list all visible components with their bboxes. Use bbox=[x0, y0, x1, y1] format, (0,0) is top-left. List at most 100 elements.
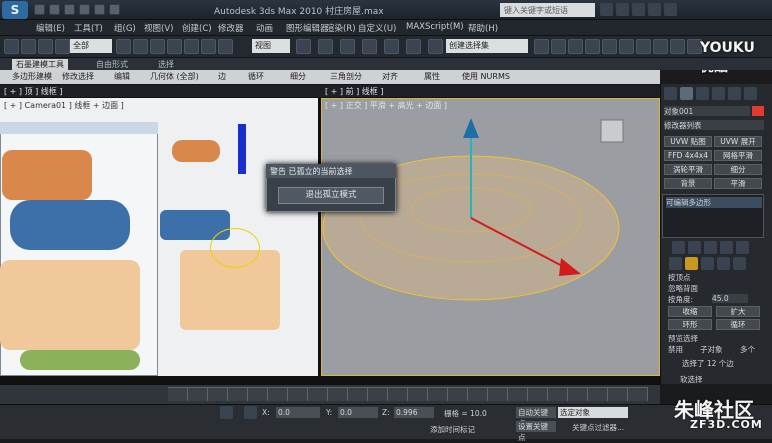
show-end-result-icon[interactable] bbox=[688, 241, 701, 254]
hierarchy-tab-icon[interactable] bbox=[696, 87, 709, 100]
object-name-field[interactable]: 对象001 bbox=[664, 106, 750, 116]
absolute-mode-icon[interactable] bbox=[244, 406, 257, 419]
timeline-ruler[interactable] bbox=[168, 387, 648, 401]
named-selection-set-dropdown[interactable]: 创建选择集 bbox=[446, 39, 528, 53]
search-icon[interactable] bbox=[600, 3, 613, 16]
menu-modifiers[interactable]: 修改器 bbox=[218, 22, 244, 34]
menu-group[interactable]: 组(G) bbox=[114, 22, 136, 34]
select-scale-icon[interactable] bbox=[218, 39, 233, 54]
edit-named-sets-icon[interactable] bbox=[428, 39, 443, 54]
redo-tool-icon[interactable] bbox=[21, 39, 36, 54]
search-input[interactable]: 键入关键字或短语 bbox=[500, 3, 595, 17]
align-icon[interactable] bbox=[551, 39, 566, 54]
utilities-tab-icon[interactable] bbox=[744, 87, 757, 100]
edge-mode-icon[interactable] bbox=[685, 257, 698, 270]
tab-freeform[interactable]: 自由形式 bbox=[96, 59, 128, 70]
undo-tool-icon[interactable] bbox=[4, 39, 19, 54]
open-file-icon[interactable] bbox=[49, 4, 60, 15]
help-icon[interactable] bbox=[664, 3, 677, 16]
viewport-front-label[interactable]: [ + ] 前 ] 线框 ] bbox=[325, 86, 383, 97]
configure-sets-icon[interactable] bbox=[736, 241, 749, 254]
ribbon-polygon-modeling[interactable]: 多边形建模 bbox=[12, 71, 52, 82]
lock-selection-icon[interactable] bbox=[220, 406, 233, 419]
uvw-map-button[interactable]: UVW 贴图 bbox=[664, 136, 712, 147]
render-setup-icon[interactable] bbox=[653, 39, 668, 54]
modifier-list-dropdown[interactable]: 修改器列表 bbox=[664, 120, 764, 130]
shrink-button[interactable]: 收缩 bbox=[668, 306, 712, 317]
subdivide-button[interactable]: 细分 bbox=[714, 164, 762, 175]
undo-icon[interactable] bbox=[79, 4, 90, 15]
save-file-icon[interactable] bbox=[64, 4, 75, 15]
communication-icon[interactable] bbox=[632, 3, 645, 16]
link-icon[interactable] bbox=[38, 39, 53, 54]
tab-graphite-modeling[interactable]: 石墨建模工具 bbox=[12, 59, 68, 70]
schematic-view-icon[interactable] bbox=[619, 39, 634, 54]
ribbon-use-nurms[interactable]: 使用 NURMS bbox=[462, 71, 510, 82]
uvw-unwrap-button[interactable]: UVW 展开 bbox=[714, 136, 762, 147]
display-tab-icon[interactable] bbox=[728, 87, 741, 100]
turbosmooth-button[interactable]: 涡轮平滑 bbox=[664, 164, 712, 175]
mirror-icon[interactable] bbox=[534, 39, 549, 54]
angle-value-field[interactable]: 45.0 bbox=[712, 294, 748, 303]
percent-snap-icon[interactable] bbox=[384, 39, 399, 54]
ignore-backfacing-checkbox[interactable]: 忽略背面 bbox=[668, 283, 698, 294]
app-logo-icon[interactable]: S bbox=[2, 1, 28, 19]
rect-select-icon[interactable] bbox=[150, 39, 165, 54]
menu-help[interactable]: 帮助(H) bbox=[468, 22, 498, 34]
layer-manager-icon[interactable] bbox=[568, 39, 583, 54]
polygon-mode-icon[interactable] bbox=[717, 257, 730, 270]
menu-tools[interactable]: 工具(T) bbox=[74, 22, 103, 34]
select-object-icon[interactable] bbox=[116, 39, 131, 54]
z-coordinate-field[interactable]: 0.996 bbox=[394, 407, 434, 418]
auto-key-button[interactable]: 自动关键点 bbox=[516, 407, 556, 428]
ribbon-modify-selection[interactable]: 修改选择 bbox=[62, 71, 94, 82]
reference-window-titlebar[interactable] bbox=[0, 122, 158, 134]
grow-button[interactable]: 扩大 bbox=[716, 306, 760, 317]
by-vertex-checkbox[interactable]: 按顶点 bbox=[668, 272, 691, 283]
preview-subobject-radio[interactable]: 子对象 bbox=[700, 344, 723, 355]
meshsmooth-button[interactable]: 网格平滑 bbox=[714, 150, 762, 161]
selection-filter-dropdown[interactable]: 全部 bbox=[70, 39, 112, 53]
exit-isolation-button[interactable]: 退出孤立模式 bbox=[278, 187, 384, 204]
x-coordinate-field[interactable]: 0.0 bbox=[276, 407, 320, 418]
by-angle-checkbox[interactable]: 按角度: bbox=[668, 294, 693, 305]
ribbon-properties[interactable]: 属性 bbox=[424, 71, 440, 82]
set-key-button[interactable]: 设置关键点 bbox=[516, 421, 556, 442]
snap-icon[interactable] bbox=[340, 39, 355, 54]
menu-edit[interactable]: 编辑(E) bbox=[36, 22, 65, 34]
menu-maxscript[interactable]: MAXScript(M) bbox=[406, 22, 464, 32]
menu-customize[interactable]: 自定义(U) bbox=[358, 22, 396, 34]
shell-button[interactable]: 背景 bbox=[664, 178, 712, 189]
unlink-icon[interactable] bbox=[55, 39, 70, 54]
key-filters-button[interactable]: 关键点过滤器... bbox=[572, 422, 624, 433]
object-color-swatch[interactable] bbox=[752, 106, 764, 116]
favorites-icon[interactable] bbox=[648, 3, 661, 16]
element-mode-icon[interactable] bbox=[733, 257, 746, 270]
ribbon-triangulation[interactable]: 三角剖分 bbox=[330, 71, 362, 82]
modify-tab-icon[interactable] bbox=[680, 87, 693, 100]
graphite-toggle-icon[interactable] bbox=[585, 39, 600, 54]
ffd-button[interactable]: FFD 4x4x4 bbox=[664, 150, 712, 161]
select-manipulate-icon[interactable] bbox=[318, 39, 333, 54]
menu-rendering[interactable]: 渲染(R) bbox=[326, 22, 356, 34]
camera-viewport-label[interactable]: [ + ] Camera01 ] 线框 + 边面 ] bbox=[4, 100, 124, 111]
project-folder-icon[interactable] bbox=[109, 4, 120, 15]
ribbon-edges[interactable]: 边 bbox=[218, 71, 226, 82]
pin-stack-icon[interactable] bbox=[672, 241, 685, 254]
curve-editor-icon[interactable] bbox=[602, 39, 617, 54]
y-coordinate-field[interactable]: 0.0 bbox=[338, 407, 378, 418]
ribbon-align[interactable]: 对齐 bbox=[382, 71, 398, 82]
menu-create[interactable]: 创建(C) bbox=[182, 22, 212, 34]
soft-selection-rollout[interactable]: 软选择 bbox=[680, 374, 703, 385]
make-unique-icon[interactable] bbox=[704, 241, 717, 254]
select-rotate-icon[interactable] bbox=[201, 39, 216, 54]
redo-icon[interactable] bbox=[94, 4, 105, 15]
ref-coord-dropdown[interactable]: 视图 bbox=[252, 39, 290, 53]
new-file-icon[interactable] bbox=[34, 4, 45, 15]
add-time-tag-button[interactable]: 添加时间标记 bbox=[430, 424, 475, 435]
material-editor-icon[interactable] bbox=[636, 39, 651, 54]
remove-modifier-icon[interactable] bbox=[720, 241, 733, 254]
window-crossing-icon[interactable] bbox=[167, 39, 182, 54]
ribbon-edit[interactable]: 编辑 bbox=[114, 71, 130, 82]
preview-disabled-radio[interactable]: 禁用 bbox=[668, 344, 683, 355]
